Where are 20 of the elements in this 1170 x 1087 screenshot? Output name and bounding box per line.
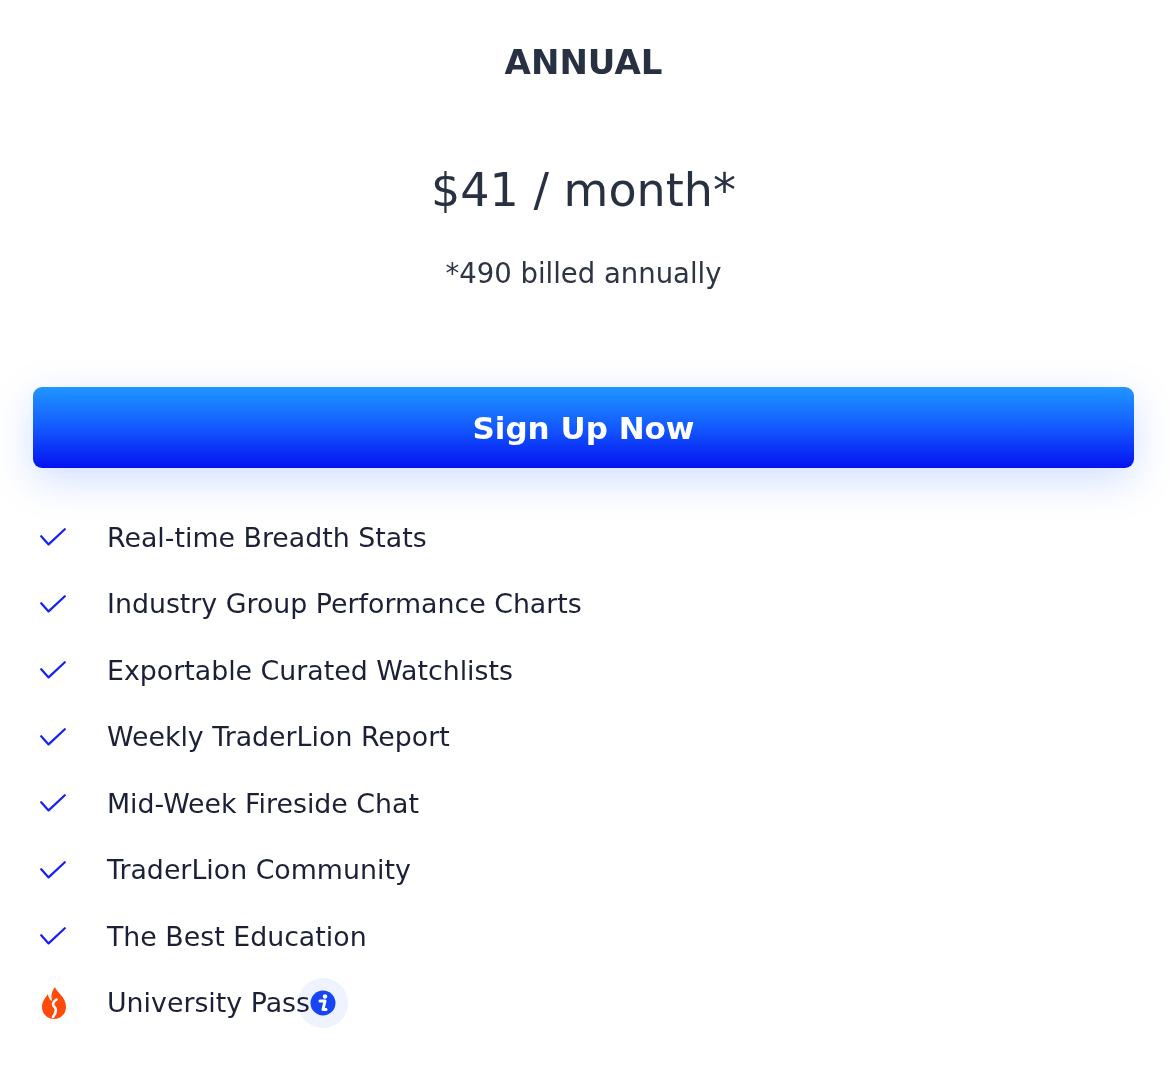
feature-label: Exportable Curated Watchlists (107, 654, 513, 686)
feature-label: Industry Group Performance Charts (107, 588, 582, 620)
feature-label: Real-time Breadth Stats (107, 521, 427, 553)
plan-title: ANNUAL (504, 41, 663, 84)
feature-label: University Pass (107, 987, 310, 1019)
feature-label: The Best Education (107, 920, 367, 952)
price: $41 / month* (431, 162, 736, 219)
checkmark-icon (40, 594, 66, 613)
checkmark-icon (40, 661, 66, 680)
checkmark-icon (40, 927, 66, 946)
flame-icon (40, 986, 68, 1019)
feature-label: TraderLion Community (107, 854, 411, 886)
feature-label: Weekly TraderLion Report (107, 721, 450, 753)
billing-note: *490 billed annually (445, 256, 722, 291)
checkmark-icon (40, 727, 66, 746)
sign-up-button[interactable]: Sign Up Now (33, 387, 1134, 468)
checkmark-icon (40, 528, 66, 547)
feature-label: Mid-Week Fireside Chat (107, 787, 419, 819)
checkmark-icon (40, 860, 66, 879)
checkmark-icon (40, 794, 66, 813)
